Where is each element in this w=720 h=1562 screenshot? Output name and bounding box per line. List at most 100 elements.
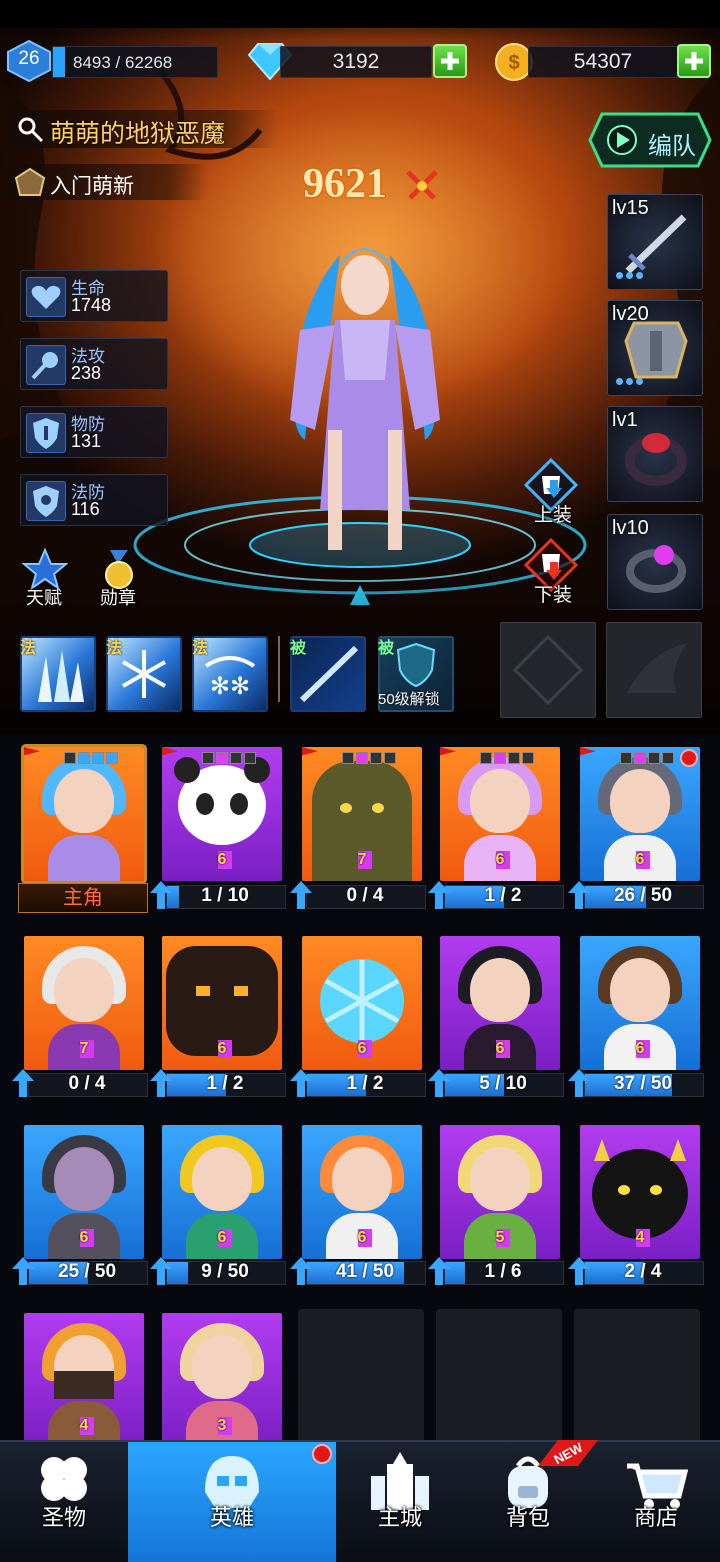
- star-rank: 6: [79, 1229, 89, 1246]
- hero-title-plate: 入门萌新: [8, 164, 208, 200]
- diamond-counter: 3192: [280, 46, 432, 78]
- key-icon: [18, 117, 44, 143]
- equip-slot-amulet[interactable]: lv10: [607, 514, 703, 610]
- stat-value: 131: [71, 431, 102, 451]
- gem-slots: [620, 751, 676, 769]
- nav-shop[interactable]: 商店: [592, 1442, 720, 1562]
- hero-name: 萌萌的地狱恶魔: [50, 120, 226, 148]
- portrait-face: [54, 769, 114, 833]
- hero-shard-progress: 1 / 6: [428, 1257, 564, 1285]
- skill-slot-2[interactable]: 法: [106, 636, 182, 712]
- hero-card[interactable]: 6: [302, 936, 422, 1070]
- demon-eye: [234, 986, 248, 996]
- portrait-face: [192, 1147, 252, 1211]
- ice-crystal-icon: [38, 650, 84, 702]
- hero-card[interactable]: 5: [440, 1125, 560, 1259]
- panda-eye: [196, 793, 214, 815]
- ring-icon: [625, 433, 687, 486]
- add-diamond-button[interactable]: [433, 44, 467, 78]
- stat-value: 238: [71, 363, 102, 383]
- progress-text: 9 / 50: [201, 1261, 249, 1282]
- progress-text: 1 / 2: [206, 1073, 244, 1094]
- locked-shield-icon: [396, 642, 436, 688]
- medal-label: 勋章: [100, 588, 136, 608]
- stat-physical-defense: 物防 131: [20, 406, 168, 458]
- xp-bar: 8493 / 62268: [52, 46, 218, 78]
- player-level: 26: [18, 48, 40, 69]
- diamond-value: 3192: [332, 50, 380, 73]
- progress-text: 1 / 2: [346, 1073, 384, 1094]
- hero-card[interactable]: 6: [440, 936, 560, 1070]
- star-rank: 4: [635, 1229, 645, 1246]
- hero-card[interactable]: 7: [24, 936, 144, 1070]
- skill-tag: 法: [106, 640, 123, 657]
- star-rank: 3: [217, 1417, 227, 1434]
- equip-slot-ring[interactable]: lv1: [607, 406, 703, 502]
- portrait-face: [54, 958, 114, 1022]
- star-rank: 6: [495, 851, 505, 868]
- nav-heroes[interactable]: 英雄: [128, 1442, 336, 1562]
- svg-text:$: $: [508, 52, 519, 74]
- equip-level: lv15: [612, 197, 649, 219]
- bottom-nav: 圣物 英雄 主城 背包 商店: [0, 1440, 720, 1562]
- stat-magic-attack: 法攻 238: [20, 338, 168, 390]
- nav-label: 英雄: [209, 1505, 254, 1530]
- equip-slot-weapon[interactable]: lv15: [607, 194, 703, 290]
- star-rank: 6: [217, 1229, 227, 1246]
- hero-card[interactable]: 6: [24, 1125, 144, 1259]
- panda-ear: [174, 757, 200, 783]
- hero-card[interactable]: 4: [580, 1125, 700, 1259]
- skill-slot-1[interactable]: 法: [20, 636, 96, 712]
- hero-card[interactable]: 6: [580, 936, 700, 1070]
- hero-card[interactable]: 6: [162, 936, 282, 1070]
- portrait-face: [610, 769, 670, 833]
- equip-stars: [616, 266, 646, 284]
- portrait-body: [48, 835, 120, 881]
- progress-text: 25 / 50: [57, 1261, 117, 1282]
- equip-slot-armor[interactable]: lv20: [607, 300, 703, 396]
- hero-shard-progress: 9 / 50: [150, 1257, 286, 1285]
- hero-card-main[interactable]: [24, 747, 144, 881]
- equip-up-label: 上装: [534, 505, 573, 526]
- svg-text:✻✻: ✻✻: [210, 672, 250, 700]
- hero-card[interactable]: 7: [302, 747, 422, 881]
- equip-level: lv10: [612, 517, 649, 539]
- hero-card[interactable]: 3: [162, 1313, 282, 1447]
- portrait-face: [610, 958, 670, 1022]
- hero-shard-progress: 1 / 2: [428, 881, 564, 909]
- nav-city[interactable]: 主城: [336, 1442, 464, 1562]
- skill-lock-text: 50级解锁: [378, 691, 440, 708]
- progress-text: 1 / 10: [201, 885, 249, 906]
- empty-slot-crest[interactable]: [500, 622, 596, 718]
- notification-dot: [312, 1444, 332, 1464]
- skill-divider: [278, 636, 280, 702]
- crossed-swords-icon: [406, 170, 438, 200]
- slime-body: [592, 1149, 688, 1239]
- hero-card[interactable]: 6: [162, 1125, 282, 1259]
- empty-hero-slot: [298, 1309, 424, 1443]
- skill-slot-3[interactable]: ✻✻ 法: [192, 636, 268, 712]
- skill-slot-5-locked[interactable]: 被 50级解锁: [378, 636, 454, 712]
- nav-label: 背包: [505, 1505, 550, 1530]
- hero-card[interactable]: 6: [302, 1125, 422, 1259]
- skill-slot-4[interactable]: 被: [290, 636, 366, 712]
- hero-card[interactable]: 4: [24, 1313, 144, 1447]
- new-badge: NEW: [538, 1440, 598, 1466]
- hero-shard-progress: 1 / 2: [290, 1069, 426, 1097]
- hero-shard-progress: 2 / 4: [568, 1257, 704, 1285]
- team-button[interactable]: 编队: [588, 112, 712, 168]
- hero-shard-progress: 0 / 4: [12, 1069, 148, 1097]
- rank-emblem-icon: [14, 168, 46, 196]
- gem-slots: [342, 751, 398, 769]
- nav-label: 主城: [377, 1505, 422, 1530]
- equip-stars: [616, 372, 646, 390]
- gem-slots: [202, 751, 258, 769]
- hero-card[interactable]: 6: [580, 747, 700, 881]
- hero-card[interactable]: 6: [440, 747, 560, 881]
- add-gold-button[interactable]: [677, 44, 711, 78]
- nav-relics[interactable]: 圣物: [0, 1442, 128, 1562]
- empty-slot-wings[interactable]: [606, 622, 702, 718]
- hero-card[interactable]: 6: [162, 747, 282, 881]
- progress-text: 0 / 4: [346, 885, 384, 906]
- hero-shard-progress: 37 / 50: [568, 1069, 704, 1097]
